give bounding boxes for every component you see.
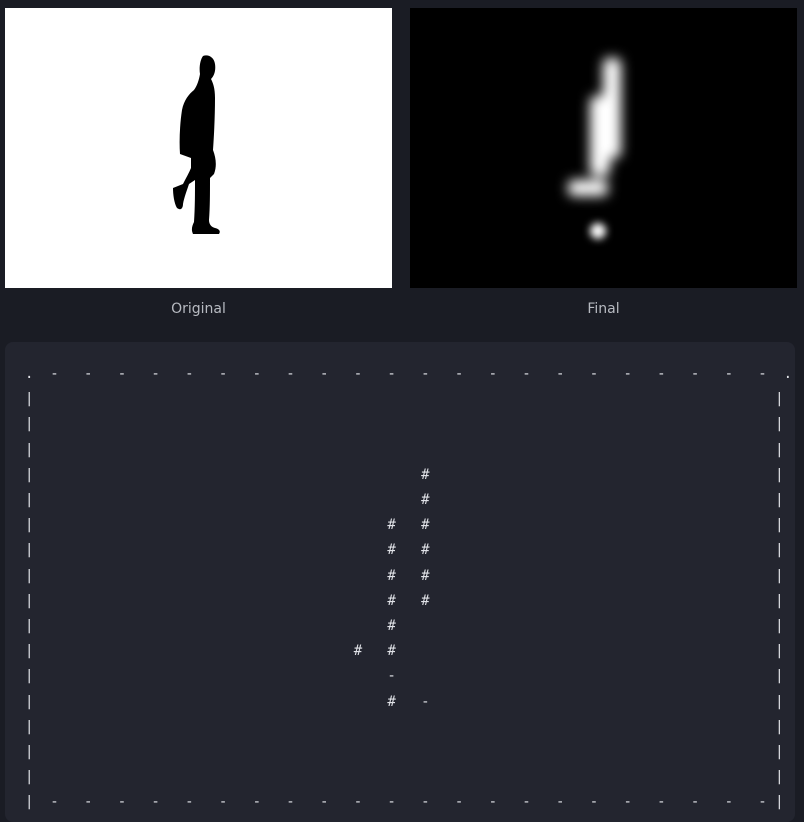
final-caption: Final	[587, 301, 620, 317]
final-image	[410, 8, 797, 288]
original-caption: Original	[171, 301, 226, 317]
ascii-output-panel: . - - - - - - - - - - - - - - - - - - - …	[5, 342, 795, 822]
walking-silhouette-image	[173, 55, 220, 234]
ascii-art-text: . - - - - - - - - - - - - - - - - - - - …	[25, 366, 793, 811]
blurred-exclamation-image	[568, 58, 621, 239]
original-image	[5, 8, 392, 288]
